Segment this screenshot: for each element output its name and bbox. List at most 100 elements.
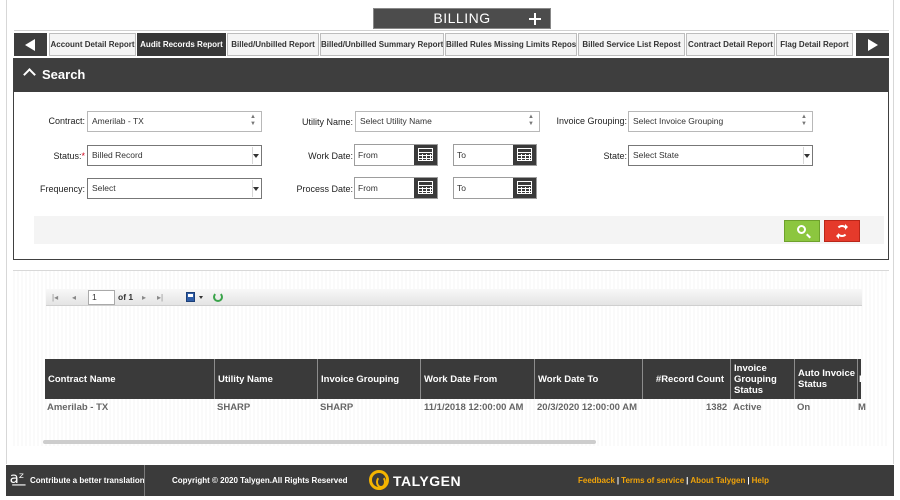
refresh-icon[interactable] [213,292,223,302]
status-select[interactable]: Billed Record [87,145,262,166]
last-page-icon[interactable]: ▸| [157,293,163,302]
status-value: Billed Record [92,150,143,160]
arrow-left-icon [25,39,35,51]
work-date-to-input[interactable]: To [453,144,537,166]
about-link[interactable]: About Talygen [690,476,745,485]
chevron-down-icon[interactable] [199,296,203,299]
first-page-icon[interactable]: |◂ [52,293,58,302]
utility-name-value: Select Utility Name [360,116,432,126]
calendar-icon[interactable] [414,178,437,198]
state-label: State: [603,151,627,161]
prev-page-icon[interactable]: ◂ [72,293,76,302]
calendar-icon[interactable] [414,145,437,165]
link-separator: | [747,476,750,485]
report-table-header: Contract Name Utility Name Invoice Group… [45,359,865,399]
search-panel: Search Contract: Amerilab - TX ▲ ▼ Utilit… [13,58,889,260]
table-cell: On [797,402,811,413]
utility-name-select[interactable]: Select Utility Name ▲ ▼ [355,111,540,132]
tab-contract-detail-report[interactable]: Contract Detail Report [686,33,775,56]
tab-flag-detail-report[interactable]: Flag Detail Report [776,33,853,56]
column-header[interactable]: Invoice Grouping [318,359,421,399]
process-date-from-input[interactable]: From [354,177,438,199]
table-cell: SHARP [217,402,251,413]
process-date-label: Process Date: [296,184,353,194]
page-number: 1 [92,292,97,302]
invoice-grouping-value: Select Invoice Grouping [633,116,724,126]
logo-text: TALYGEN [393,473,462,489]
column-header[interactable]: Contract Name [45,359,215,399]
updown-icon: ▲ ▼ [801,114,807,127]
calendar-icon[interactable] [513,145,536,165]
tab-billed-unbilled-summary-report[interactable]: Billed/Unbilled Summary Report [320,33,444,56]
help-link[interactable]: Help [752,476,769,485]
link-separator: | [686,476,689,485]
calendar-icon[interactable] [513,178,536,198]
search-title: Search [42,67,86,82]
feedback-link[interactable]: Feedback [578,476,615,485]
horizontal-scrollbar[interactable] [43,440,596,444]
link-separator: | [616,476,620,485]
tab-label: Flag Detail Report [780,40,849,49]
work-date-from-input[interactable]: From [354,144,438,166]
state-value: Select State [633,150,679,160]
refresh-icon [836,224,848,239]
tab-billed-unbilled-report[interactable]: Billed/Unbilled Report [227,33,319,56]
tabs-prev-button[interactable] [14,33,47,56]
contract-select[interactable]: Amerilab - TX ▲ ▼ [87,111,262,132]
tab-account-detail-report[interactable]: Account Detail Report [49,33,136,56]
table-cell: M [858,402,866,413]
column-header[interactable]: Work Date To [535,359,643,399]
column-header[interactable]: F [858,359,865,399]
tab-audit-records-report[interactable]: Audit Records Report [137,33,226,56]
tab-label: Account Detail Report [50,40,135,49]
next-page-icon[interactable]: ▸ [142,293,146,302]
tab-label: Contract Detail Report [688,40,773,49]
tab-billed-rules-missing-limits-repost[interactable]: Billed Rules Missing Limits Repost [445,33,577,56]
report-toolbar: |◂ ◂ 1 of 1 ▸ ▸| [46,289,862,306]
divider [14,30,889,31]
frequency-select[interactable]: Select [87,178,262,199]
invoice-grouping-select[interactable]: Select Invoice Grouping ▲ ▼ [628,111,813,132]
search-button[interactable] [784,220,820,242]
chevron-down-icon [804,154,810,158]
table-cell: Active [733,402,762,413]
report-tabs: Account Detail Report Audit Records Repo… [14,33,889,56]
tab-label: Billed/Unbilled Report [231,40,315,49]
search-header[interactable]: Search [14,59,888,92]
work-date-label: Work Date: [308,151,353,161]
chevron-up-icon [23,68,36,81]
tab-billed-service-list-repost[interactable]: Billed Service List Repost [578,33,685,56]
terms-link[interactable]: Terms of service [621,476,684,485]
column-header[interactable]: Utility Name [215,359,318,399]
column-header[interactable]: Work Date From [421,359,535,399]
table-cell: 20/3/2020 12:00:00 AM [537,402,637,413]
translation-link[interactable]: Contribute a better translation [30,476,145,485]
column-header[interactable]: Invoice Grouping Status [731,359,795,399]
footer-links: Feedback | Terms of service | About Talygen |… [578,476,769,485]
tabs-next-button[interactable] [856,33,889,56]
save-icon[interactable] [186,292,195,302]
table-cell: 11/1/2018 12:00:00 AM [424,402,524,413]
page-number-input[interactable]: 1 [88,290,115,305]
work-date-from-placeholder: From [358,150,378,160]
process-date-to-input[interactable]: To [453,177,537,199]
column-header[interactable]: Auto Invoice Status [795,359,858,399]
translate-icon[interactable]: a͟ᶻ [6,467,28,493]
reset-button[interactable] [824,220,860,242]
table-cell: Amerilab - TX [47,402,109,413]
utility-name-label: Utility Name: [301,117,353,127]
frequency-label: Frequency: [39,184,85,194]
tab-label: Billed Service List Repost [582,40,681,49]
table-cell: SHARP [320,402,354,413]
billing-header: BILLING [373,8,551,29]
page-title: BILLING [433,10,491,26]
work-date-to-placeholder: To [457,150,466,160]
state-select[interactable]: Select State [628,145,813,166]
updown-icon: ▲ ▼ [250,114,256,127]
chevron-down-icon [253,187,259,191]
column-header[interactable]: #Record Count [643,359,731,399]
contract-label: Contract: [48,116,85,126]
footer: a͟ᶻ Contribute a better translation Copy… [6,465,894,496]
plus-icon[interactable] [526,9,544,28]
tab-label: Audit Records Report [140,40,223,49]
